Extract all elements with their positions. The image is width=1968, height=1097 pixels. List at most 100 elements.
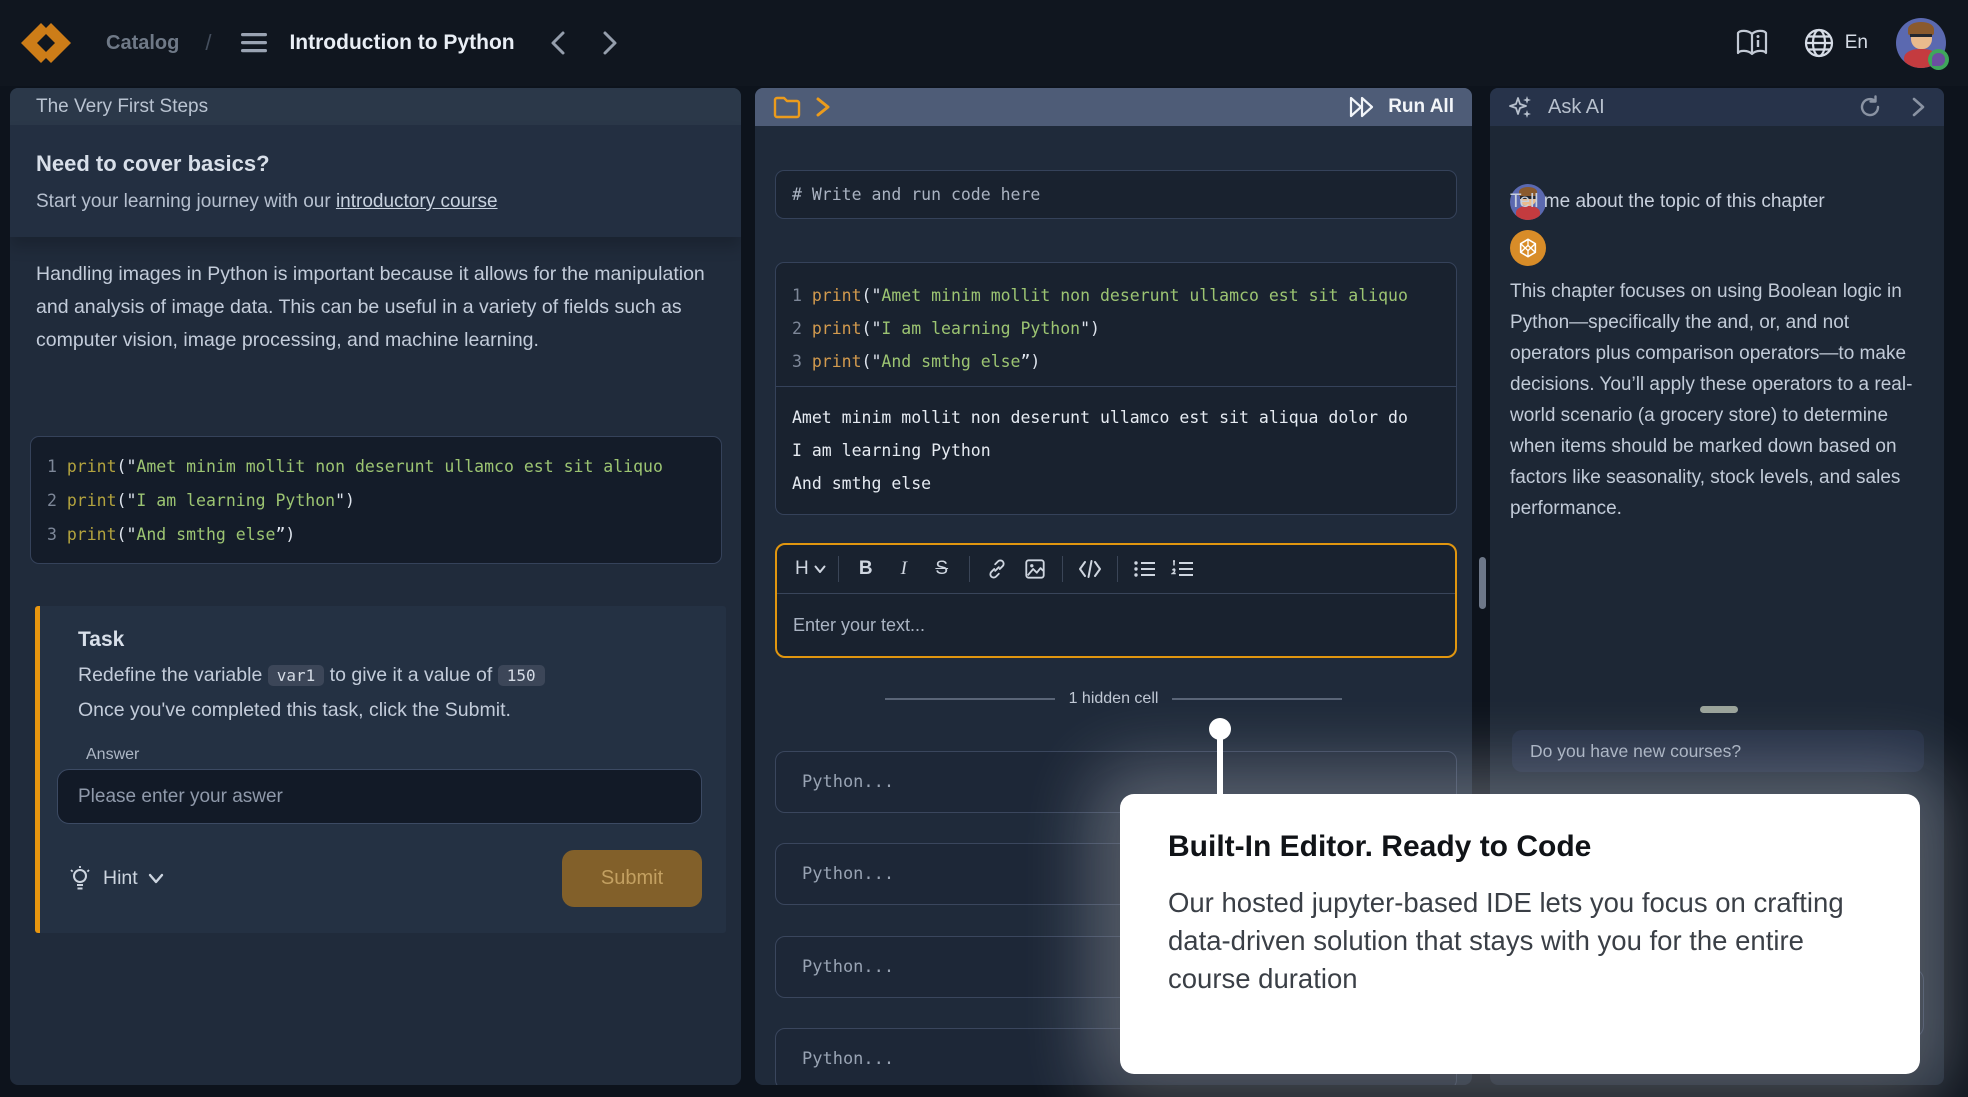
lesson-paragraph: Handling images in Python is important b… bbox=[36, 258, 728, 357]
run-all-button[interactable]: Run All bbox=[1348, 96, 1454, 118]
chevron-down-icon bbox=[148, 873, 164, 885]
answer-placeholder: Please enter your aswer bbox=[78, 786, 283, 808]
vertical-scrollbar[interactable] bbox=[1479, 557, 1486, 609]
scratch-code-cell[interactable]: # Write and run code here bbox=[775, 170, 1457, 219]
callout-anchor-dot bbox=[1209, 718, 1231, 740]
strikethrough-button[interactable]: S bbox=[927, 554, 957, 584]
reset-chat-icon[interactable] bbox=[1857, 94, 1883, 120]
task-text: Redefine the variable bbox=[78, 664, 268, 686]
toolbar-divider bbox=[969, 556, 970, 582]
ask-ai-title: Ask AI bbox=[1548, 96, 1605, 119]
code-line: 3 print("And smthg else”) bbox=[792, 345, 1440, 378]
collapsed-cell-label: Python... bbox=[802, 772, 894, 792]
code-line: 3 print("And smthg else”) bbox=[47, 518, 705, 552]
submit-button[interactable]: Submit bbox=[562, 850, 702, 907]
feature-tooltip: Built-In Editor. Ready to Code Our hoste… bbox=[1120, 794, 1920, 1074]
hidden-cell-toggle[interactable]: 1 hidden cell bbox=[755, 688, 1472, 710]
intro-text: Start your learning journey with our int… bbox=[36, 191, 715, 213]
code-line: 1 print("Amet minim mollit non deserunt … bbox=[47, 450, 705, 484]
brand-logo-icon[interactable] bbox=[20, 21, 72, 65]
answer-label: Answer bbox=[86, 746, 139, 764]
chevron-down-icon bbox=[814, 565, 826, 574]
hidden-cell-label: 1 hidden cell bbox=[1069, 690, 1159, 708]
tooltip-title: Built-In Editor. Ready to Code bbox=[1168, 830, 1872, 864]
avatar-badge bbox=[1928, 49, 1949, 70]
cell-code[interactable]: 1 print("Amet minim mollit non deserunt … bbox=[776, 263, 1456, 387]
task-footer: Hint Submit bbox=[57, 850, 702, 907]
divider-line bbox=[1172, 698, 1342, 700]
suggestion-label: Do you have new courses? bbox=[1530, 741, 1741, 762]
suggested-question-chip[interactable]: Do you have new courses? bbox=[1512, 730, 1924, 772]
task-text: to give it a value of bbox=[330, 664, 498, 686]
rich-text-placeholder: Enter your text... bbox=[793, 615, 925, 636]
resize-handle[interactable] bbox=[1700, 706, 1738, 713]
language-globe-icon[interactable] bbox=[1803, 27, 1835, 59]
scratch-comment: # Write and run code here bbox=[792, 185, 1040, 204]
bullet-list-icon[interactable] bbox=[1130, 554, 1160, 584]
ai-response: This chapter focuses on using Boolean lo… bbox=[1510, 276, 1932, 524]
output-line: Amet minim mollit non deserunt ullamco e… bbox=[792, 401, 1440, 434]
cell-output: Amet minim mollit non deserunt ullamco e… bbox=[776, 387, 1456, 514]
intro-callout: Need to cover basics? Start your learnin… bbox=[10, 125, 741, 237]
hint-bulb-icon bbox=[67, 865, 93, 893]
collapse-chevron-icon[interactable] bbox=[815, 96, 831, 118]
rich-text-toolbar: H B I S bbox=[777, 545, 1455, 594]
link-icon[interactable] bbox=[982, 554, 1012, 584]
hint-label: Hint bbox=[103, 867, 138, 890]
heading-label: H bbox=[795, 558, 809, 580]
introductory-course-link[interactable]: introductory course bbox=[336, 191, 498, 212]
user-avatar[interactable] bbox=[1896, 18, 1946, 68]
ide-header: Run All bbox=[755, 88, 1472, 126]
chapter-list-icon[interactable] bbox=[239, 31, 269, 55]
ai-assistant-avatar bbox=[1510, 230, 1546, 266]
next-chapter-icon[interactable] bbox=[601, 30, 619, 56]
code-line: 1 print("Amet minim mollit non deserunt … bbox=[792, 279, 1440, 312]
task-instruction-line2: Once you've completed this task, click t… bbox=[78, 699, 511, 722]
answer-input[interactable]: Please enter your aswer bbox=[57, 769, 702, 824]
task-card: Task Redefine the variable var1 to give … bbox=[35, 606, 726, 933]
ask-ai-header: Ask AI bbox=[1490, 88, 1944, 126]
output-line: I am learning Python bbox=[792, 434, 1440, 467]
run-all-icon bbox=[1348, 96, 1378, 118]
tooltip-body: Our hosted jupyter-based IDE lets you fo… bbox=[1168, 884, 1872, 998]
value-code-chip: 150 bbox=[498, 665, 545, 686]
var1-code-chip: var1 bbox=[268, 665, 325, 686]
sparkles-icon bbox=[1508, 94, 1534, 120]
task-instruction-line1: Redefine the variable var1 to give it a … bbox=[78, 664, 545, 687]
prev-chapter-icon[interactable] bbox=[549, 30, 567, 56]
lesson-header: The Very First Steps bbox=[10, 88, 741, 125]
intro-text-pre: Start your learning journey with our bbox=[36, 191, 336, 212]
image-icon[interactable] bbox=[1020, 554, 1050, 584]
handbook-icon[interactable] bbox=[1735, 29, 1769, 57]
rich-text-input[interactable]: Enter your text... bbox=[777, 594, 1455, 656]
language-label[interactable]: En bbox=[1845, 32, 1868, 54]
numbered-list-icon[interactable] bbox=[1168, 554, 1198, 584]
code-icon[interactable] bbox=[1075, 554, 1105, 584]
bold-button[interactable]: B bbox=[851, 554, 881, 584]
intro-title: Need to cover basics? bbox=[36, 151, 715, 177]
collapsed-cell-label: Python... bbox=[802, 1049, 894, 1069]
code-cell-with-output[interactable]: 1 print("Amet minim mollit non deserunt … bbox=[775, 262, 1457, 515]
folder-icon[interactable] bbox=[773, 95, 801, 119]
collapsed-cell-label: Python... bbox=[802, 864, 894, 884]
task-title: Task bbox=[78, 628, 124, 652]
toolbar-divider bbox=[1117, 556, 1118, 582]
run-all-label: Run All bbox=[1388, 96, 1454, 118]
collapse-panel-icon[interactable] bbox=[1911, 96, 1926, 118]
lesson-code-block: 1 print("Amet minim mollit non deserunt … bbox=[30, 436, 722, 564]
lesson-panel: The Very First Steps Need to cover basic… bbox=[10, 88, 741, 1085]
divider-line bbox=[885, 698, 1055, 700]
callout-stem bbox=[1217, 737, 1223, 799]
heading-button[interactable]: H bbox=[795, 554, 826, 584]
italic-button[interactable]: I bbox=[889, 554, 919, 584]
user-message: Tell me about the topic of this chapter bbox=[1510, 191, 1825, 213]
breadcrumb-catalog[interactable]: Catalog bbox=[106, 32, 179, 55]
code-line: 2 print("I am learning Python") bbox=[792, 312, 1440, 345]
rich-text-cell: H B I S bbox=[775, 543, 1457, 658]
toolbar-divider bbox=[838, 556, 839, 582]
hint-toggle[interactable]: Hint bbox=[67, 865, 164, 893]
toolbar-divider bbox=[1062, 556, 1063, 582]
output-line: And smthg else bbox=[792, 467, 1440, 500]
collapsed-cell-label: Python... bbox=[802, 957, 894, 977]
course-title: Introduction to Python bbox=[289, 31, 514, 55]
